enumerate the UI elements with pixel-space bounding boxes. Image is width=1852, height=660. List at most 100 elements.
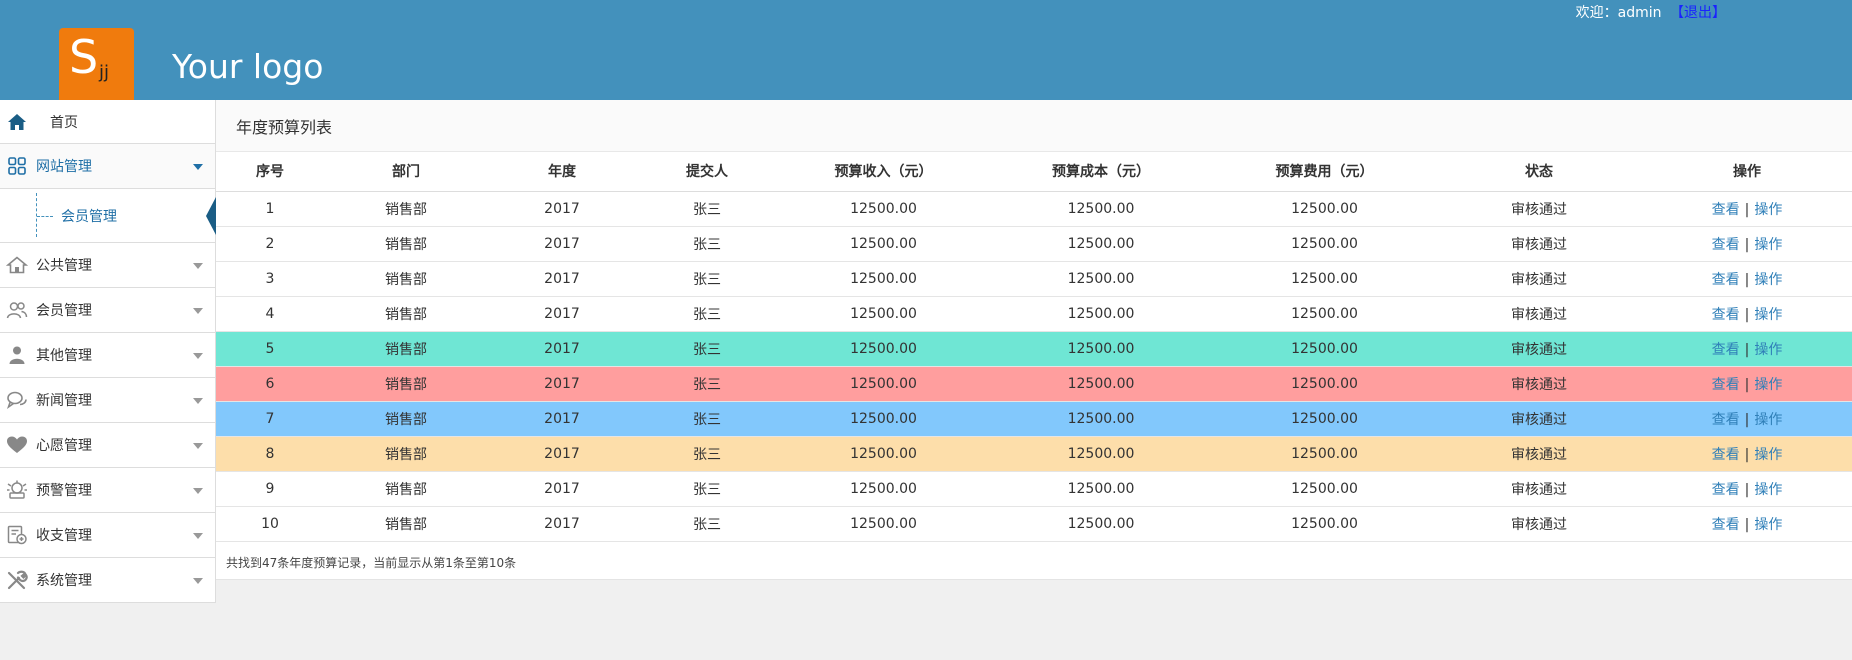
cell-income: 12500.00 — [778, 401, 989, 437]
view-link[interactable]: 查看 — [1712, 272, 1740, 288]
sidebar-item-members[interactable]: 会员管理 — [0, 288, 215, 333]
sidebar-item-label: 其他管理 — [36, 348, 92, 364]
cell-status: 审核通过 — [1436, 226, 1642, 262]
cell-actions: 查看 | 操作 — [1642, 261, 1852, 297]
cell-actions: 查看 | 操作 — [1642, 191, 1852, 227]
cell-submitter: 张三 — [636, 331, 778, 367]
col-header: 操作 — [1642, 152, 1852, 192]
cell-income: 12500.00 — [778, 226, 989, 262]
cell-status: 审核通过 — [1436, 506, 1642, 542]
user-area: 欢迎：admin 【退出】 — [1576, 2, 1726, 22]
view-link[interactable]: 查看 — [1712, 377, 1740, 393]
cell-no: 5 — [216, 331, 324, 367]
cell-cost: 12500.00 — [989, 366, 1213, 402]
cell-income: 12500.00 — [778, 261, 989, 297]
alarm-icon — [6, 479, 28, 501]
sidebar-item-label: 网站管理 — [36, 159, 92, 175]
col-header: 年度 — [488, 152, 636, 192]
sidebar-item-label: 收支管理 — [36, 528, 92, 544]
grid-icon — [6, 155, 28, 177]
cell-expense: 12500.00 — [1213, 436, 1436, 472]
table-row: 10 销售部 2017 张三 12500.00 12500.00 12500.00 审核通过查… — [216, 506, 1852, 542]
sidebar-item-website[interactable]: 网站管理 — [0, 144, 215, 189]
cell-submitter: 张三 — [636, 401, 778, 437]
chevron-down-icon — [193, 353, 203, 359]
col-header: 预算收入（元） — [778, 152, 989, 192]
cell-actions: 查看 | 操作 — [1642, 506, 1852, 542]
cell-status: 审核通过 — [1436, 191, 1642, 227]
submenu-website: 会员管理 — [0, 189, 216, 243]
cell-status: 审核通过 — [1436, 366, 1642, 402]
action-link[interactable]: 操作 — [1754, 272, 1782, 288]
cell-cost: 12500.00 — [989, 506, 1213, 542]
sidebar-item-other[interactable]: 其他管理 — [0, 333, 215, 378]
sidebar-item-system[interactable]: 系统管理 — [0, 558, 215, 603]
action-link[interactable]: 操作 — [1754, 237, 1782, 253]
logo-sub: jj — [99, 62, 110, 83]
cell-status: 审核通过 — [1436, 261, 1642, 297]
sidebar-item-finance[interactable]: 收支管理 — [0, 513, 215, 558]
cell-submitter: 张三 — [636, 471, 778, 507]
cell-expense: 12500.00 — [1213, 506, 1436, 542]
col-header: 提交人 — [636, 152, 778, 192]
table-header-row: 序号 部门 年度 提交人 预算收入（元） 预算成本（元） 预算费用（元） 状态 … — [216, 152, 1852, 192]
cell-actions: 查看 | 操作 — [1642, 226, 1852, 262]
welcome-text: 欢迎：admin — [1575, 5, 1662, 21]
cell-expense: 12500.00 — [1213, 471, 1436, 507]
view-link[interactable]: 查看 — [1712, 307, 1740, 323]
submenu-item-members[interactable]: 会员管理 — [36, 189, 117, 243]
view-link[interactable]: 查看 — [1712, 342, 1740, 358]
link-separator: | — [1744, 271, 1750, 288]
sidebar-item-alerts[interactable]: 预警管理 — [0, 468, 215, 513]
cell-year: 2017 — [488, 436, 636, 472]
view-link[interactable]: 查看 — [1712, 447, 1740, 463]
cell-year: 2017 — [488, 331, 636, 367]
sidebar-item-wishes[interactable]: 心愿管理 — [0, 423, 215, 468]
cell-income: 12500.00 — [778, 296, 989, 332]
page-title: 年度预算列表 — [216, 100, 1852, 152]
sidebar: 首页 网站管理 会员管理 公共管理 会员管理 其他管理 新闻管理 心愿管理 预警… — [0, 100, 216, 603]
col-header: 状态 — [1436, 152, 1642, 192]
cell-submitter: 张三 — [636, 226, 778, 262]
cell-no: 10 — [216, 506, 324, 542]
logout-link[interactable]: 【退出】 — [1670, 5, 1726, 21]
action-link[interactable]: 操作 — [1754, 517, 1782, 533]
action-link[interactable]: 操作 — [1754, 377, 1782, 393]
view-link[interactable]: 查看 — [1712, 482, 1740, 498]
sidebar-item-label: 系统管理 — [36, 573, 92, 589]
sidebar-item-public[interactable]: 公共管理 — [0, 243, 215, 288]
cell-expense: 12500.00 — [1213, 296, 1436, 332]
action-link[interactable]: 操作 — [1754, 482, 1782, 498]
sidebar-item-news[interactable]: 新闻管理 — [0, 378, 215, 423]
cell-dept: 销售部 — [324, 366, 488, 402]
cell-dept: 销售部 — [324, 191, 488, 227]
action-link[interactable]: 操作 — [1754, 342, 1782, 358]
link-separator: | — [1744, 411, 1750, 428]
action-link[interactable]: 操作 — [1754, 202, 1782, 218]
cell-year: 2017 — [488, 471, 636, 507]
action-link[interactable]: 操作 — [1754, 412, 1782, 428]
action-link[interactable]: 操作 — [1754, 447, 1782, 463]
action-link[interactable]: 操作 — [1754, 307, 1782, 323]
link-separator: | — [1744, 341, 1750, 358]
sidebar-item-home[interactable]: 首页 — [0, 100, 215, 144]
view-link[interactable]: 查看 — [1712, 237, 1740, 253]
cell-cost: 12500.00 — [989, 331, 1213, 367]
cell-no: 9 — [216, 471, 324, 507]
cell-cost: 12500.00 — [989, 226, 1213, 262]
link-separator: | — [1744, 446, 1750, 463]
view-link[interactable]: 查看 — [1712, 412, 1740, 428]
ledger-icon — [6, 524, 28, 546]
cell-no: 3 — [216, 261, 324, 297]
cell-year: 2017 — [488, 401, 636, 437]
cell-year: 2017 — [488, 191, 636, 227]
table-row: 3 销售部 2017 张三 12500.00 12500.00 12500.00 审核通过 查看… — [216, 261, 1852, 297]
tools-icon — [6, 569, 28, 591]
cell-dept: 销售部 — [324, 296, 488, 332]
cell-cost: 12500.00 — [989, 191, 1213, 227]
cell-income: 12500.00 — [778, 506, 989, 542]
sidebar-item-label: 预警管理 — [36, 483, 92, 499]
cell-cost: 12500.00 — [989, 296, 1213, 332]
view-link[interactable]: 查看 — [1712, 517, 1740, 533]
view-link[interactable]: 查看 — [1712, 202, 1740, 218]
